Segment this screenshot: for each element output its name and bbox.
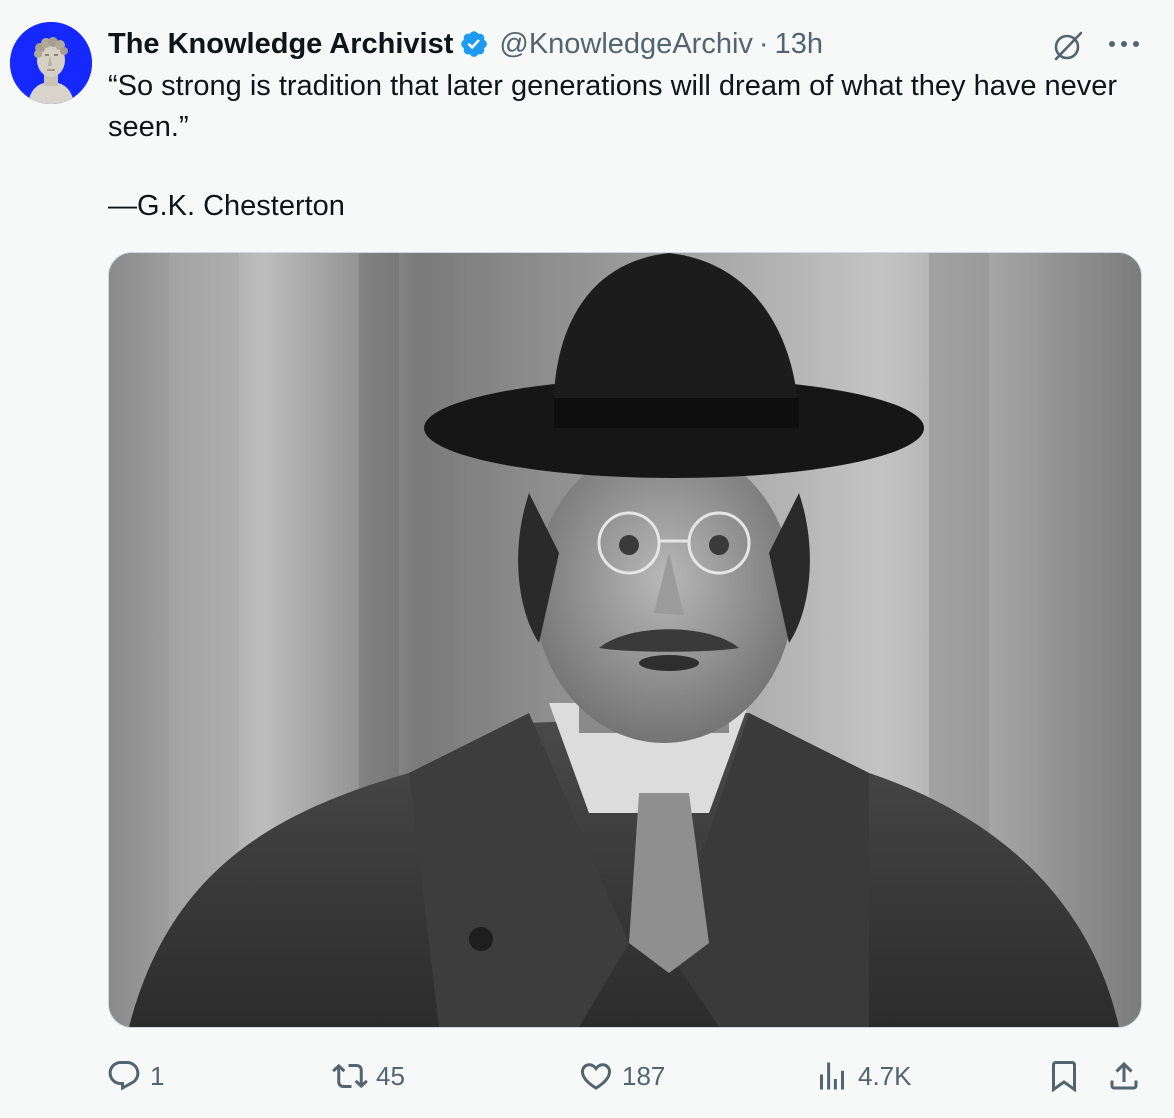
like-icon — [578, 1058, 614, 1094]
views-icon — [814, 1058, 850, 1094]
tweet[interactable]: The Knowledge Archivist @KnowledgeArchiv… — [0, 0, 1174, 1118]
bookmark-button[interactable] — [1046, 1054, 1082, 1098]
share-icon — [1106, 1058, 1142, 1094]
like-count: 187 — [622, 1060, 666, 1091]
timestamp[interactable]: 13h — [775, 28, 823, 61]
tweet-photo[interactable] — [108, 252, 1142, 1028]
repost-count: 45 — [376, 1060, 405, 1091]
like-button[interactable]: 187 — [578, 1054, 665, 1098]
tweet-actions: 1 45 187 4.7K — [106, 1054, 1146, 1098]
repost-icon — [332, 1058, 368, 1094]
avatar-bust-image — [10, 22, 92, 104]
views-button[interactable]: 4.7K — [814, 1054, 912, 1098]
reply-icon — [106, 1058, 142, 1094]
reply-count: 1 — [150, 1060, 165, 1091]
display-name[interactable]: The Knowledge Archivist — [108, 28, 453, 61]
attribution-text: —G.K. Chesterton — [108, 190, 345, 222]
reply-button[interactable]: 1 — [106, 1054, 164, 1098]
verified-badge-icon[interactable] — [459, 29, 489, 59]
grok-icon[interactable] — [1050, 28, 1086, 69]
more-icon[interactable] — [1106, 32, 1142, 61]
handle[interactable]: @KnowledgeArchiv — [499, 28, 753, 61]
avatar[interactable] — [10, 22, 92, 104]
separator-dot: · — [758, 27, 769, 60]
repost-button[interactable]: 45 — [332, 1054, 405, 1098]
quote-text: “So strong is tradition that later gener… — [108, 70, 1118, 143]
tweet-text: “So strong is tradition that later gener… — [108, 66, 1138, 227]
bookmark-icon — [1046, 1058, 1082, 1094]
chesterton-portrait-photo — [109, 253, 1141, 1027]
tweet-header: The Knowledge Archivist @KnowledgeArchiv… — [108, 24, 823, 64]
share-button[interactable] — [1106, 1054, 1142, 1098]
views-count: 4.7K — [858, 1060, 912, 1091]
